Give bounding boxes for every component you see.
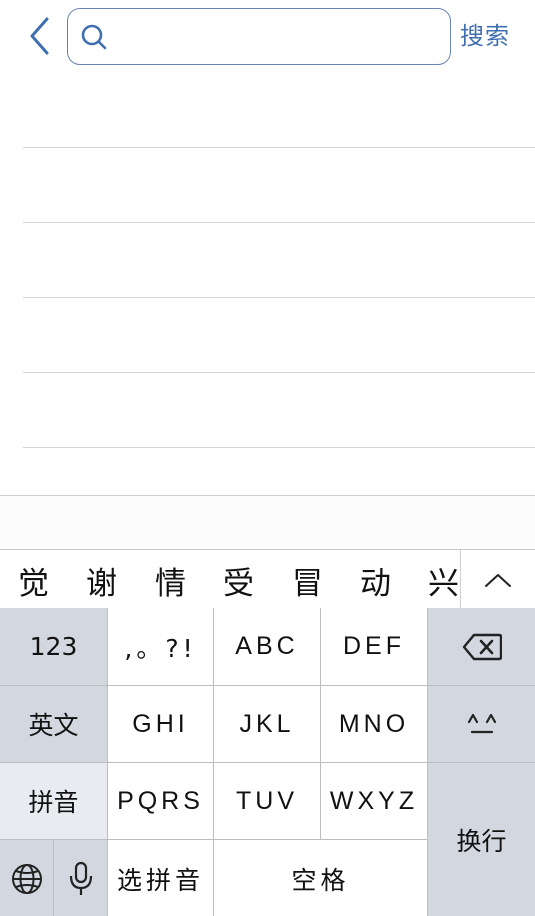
key-label: 拼音	[28, 788, 79, 817]
key-pqrs[interactable]: PQRS	[108, 763, 213, 839]
list-item[interactable]	[23, 298, 535, 373]
key-label: ,。?!	[124, 633, 197, 663]
key-grid: 123 ,。?! ABC DEF 英文 GHI JKL MNO 拼音 PQRS …	[0, 608, 535, 916]
candidate-word[interactable]: 受	[223, 558, 254, 603]
candidate-word[interactable]: 情	[155, 558, 186, 603]
search-box[interactable]	[67, 8, 451, 65]
candidate-bar: 觉 谢 情 受 冒 动 兴	[0, 549, 535, 609]
chevron-up-icon	[485, 573, 511, 587]
key-label: 123	[29, 632, 78, 661]
key-punctuation[interactable]: ,。?!	[108, 608, 213, 685]
key-label: PQRS	[117, 786, 204, 815]
key-def[interactable]: DEF	[321, 608, 427, 685]
list-item[interactable]	[23, 148, 535, 223]
delete-button[interactable]	[428, 608, 535, 685]
back-button[interactable]	[22, 14, 56, 58]
microphone-button[interactable]	[54, 840, 107, 916]
list-item[interactable]	[23, 373, 535, 448]
key-label: 选拼音	[116, 865, 204, 895]
key-jkl[interactable]: JKL	[214, 686, 320, 762]
key-label: WXYZ	[329, 786, 419, 815]
key-label: GHI	[132, 709, 189, 738]
candidate-word[interactable]: 觉	[18, 558, 49, 603]
key-label: ABC	[235, 632, 299, 660]
key-label: 英文	[28, 711, 79, 740]
key-label: MNO	[338, 709, 410, 738]
keyboard: 觉 谢 情 受 冒 动 兴 123 ,。?! ABC DEF 英文 GHI JK…	[0, 495, 535, 916]
key-label: JKL	[239, 709, 295, 738]
search-header: 搜索	[0, 0, 535, 70]
key-mno[interactable]: MNO	[321, 686, 427, 762]
key-english[interactable]: 英文	[0, 686, 107, 762]
chevron-left-icon	[30, 17, 49, 55]
space-button[interactable]: 空格	[214, 840, 427, 916]
candidate-word[interactable]: 动	[360, 558, 391, 603]
list-item[interactable]	[23, 73, 535, 148]
key-abc[interactable]: ABC	[214, 608, 320, 685]
key-123[interactable]: 123	[0, 608, 107, 685]
emoticon-button[interactable]	[428, 686, 535, 762]
key-label: 空格	[291, 865, 350, 895]
candidate-word[interactable]: 兴	[428, 558, 460, 603]
key-select-pinyin[interactable]: 选拼音	[108, 840, 213, 916]
key-label: 换行	[456, 827, 507, 856]
key-ghi[interactable]: GHI	[108, 686, 213, 762]
list-item[interactable]	[23, 223, 535, 298]
backspace-icon	[462, 633, 502, 660]
key-wxyz[interactable]: WXYZ	[321, 763, 427, 839]
search-icon	[81, 24, 107, 50]
search-input[interactable]	[116, 15, 441, 59]
key-label: DEF	[343, 632, 405, 660]
emoticon-icon	[467, 713, 496, 734]
globe-icon	[11, 863, 42, 894]
microphone-icon	[69, 861, 92, 895]
search-button[interactable]: 搜索	[460, 16, 510, 51]
key-tuv[interactable]: TUV	[214, 763, 320, 839]
globe-button[interactable]	[0, 840, 53, 916]
key-pinyin[interactable]: 拼音	[0, 763, 107, 839]
expand-candidates-button[interactable]	[461, 550, 535, 609]
candidate-word[interactable]: 冒	[292, 558, 323, 603]
key-label: TUV	[236, 786, 298, 815]
results-list	[0, 70, 535, 495]
enter-button[interactable]: 换行	[428, 763, 535, 916]
candidate-word[interactable]: 谢	[86, 558, 117, 603]
